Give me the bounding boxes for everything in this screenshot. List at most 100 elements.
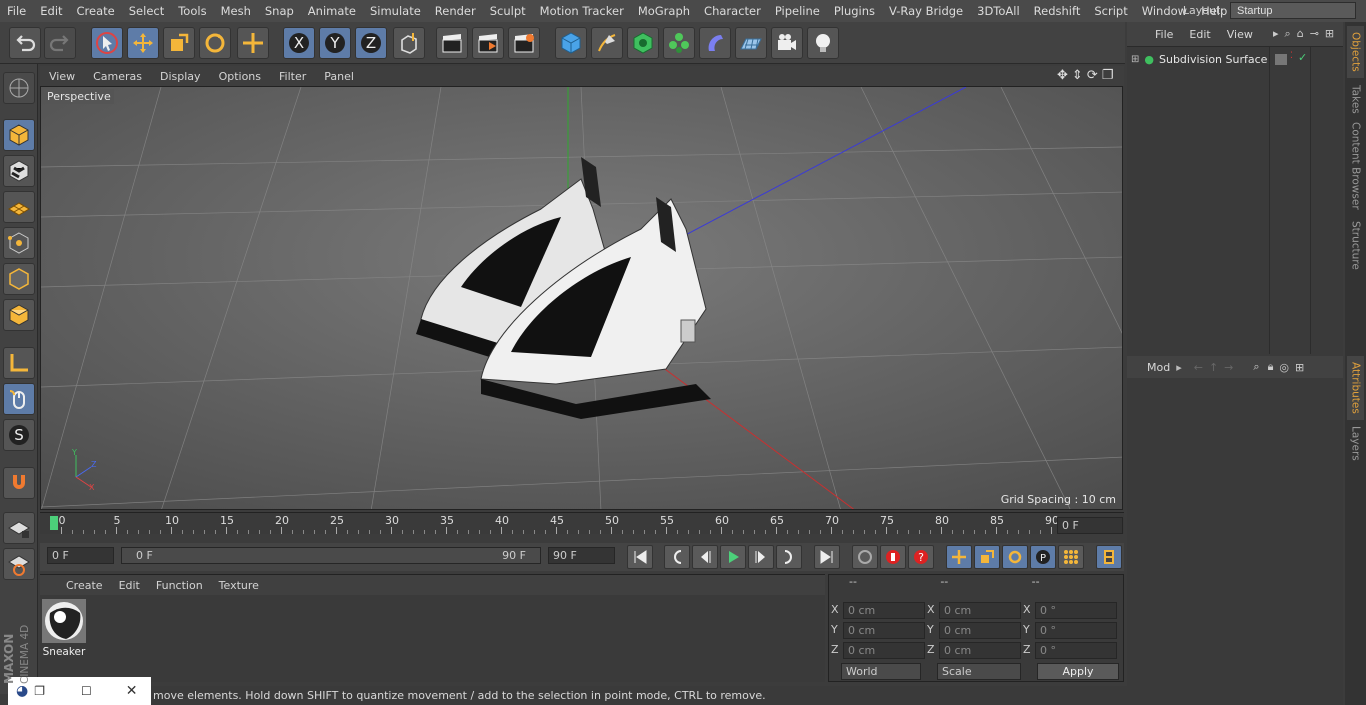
pos-y-field[interactable]: 0 cm (843, 622, 925, 639)
menu-edit[interactable]: Edit (33, 4, 69, 18)
play-button[interactable] (720, 545, 746, 569)
autokeying-button[interactable] (880, 545, 906, 569)
viewport-menu-cameras[interactable]: Cameras (84, 70, 151, 83)
menu-plugins[interactable]: Plugins (827, 4, 882, 18)
undo-button[interactable] (9, 27, 41, 59)
menu-motion-tracker[interactable]: Motion Tracker (533, 4, 631, 18)
timeline-window-button[interactable] (1096, 545, 1122, 569)
search-icon[interactable]: ⌕ (1285, 27, 1291, 41)
z-axis-button[interactable]: Z (355, 27, 387, 59)
menu-pipeline[interactable]: Pipeline (768, 4, 827, 18)
attributes-mode-label[interactable]: Mod (1147, 361, 1170, 374)
render-to-picture-viewer-button[interactable] (472, 27, 504, 59)
maximize-icon[interactable]: ☐ (81, 684, 92, 698)
keyframe-selection-button[interactable]: ? (908, 545, 934, 569)
points-mode-button[interactable] (3, 227, 35, 259)
frame-range-slider[interactable]: 0 F 90 F (121, 547, 541, 564)
coordinate-system-dropdown[interactable]: World (841, 663, 921, 680)
pan-icon[interactable]: ✥ (1057, 68, 1068, 83)
visibility-dots-icon[interactable]: ⁚ (1290, 51, 1293, 61)
rotate-tool-button[interactable] (199, 27, 231, 59)
deformer-button[interactable] (699, 27, 731, 59)
menu-arrow-icon[interactable]: ▸ (1176, 361, 1182, 374)
cloner-button[interactable] (663, 27, 695, 59)
object-menu-edit[interactable]: Edit (1181, 28, 1218, 41)
link-icon[interactable]: ⊸ (1310, 27, 1319, 41)
previous-frame-button[interactable] (692, 545, 718, 569)
new-window-icon[interactable]: ⊞ (1295, 361, 1304, 374)
tab-attributes[interactable]: Attributes (1347, 356, 1364, 420)
menu-sculpt[interactable]: Sculpt (483, 4, 533, 18)
menu-simulate[interactable]: Simulate (363, 4, 428, 18)
search-icon[interactable]: ⌕ (1253, 360, 1259, 374)
rot-x-field[interactable]: 0 ° (1035, 602, 1117, 619)
viewport-menu-display[interactable]: Display (151, 70, 210, 83)
dolly-icon[interactable]: ⇕ (1072, 68, 1083, 83)
object-menu-view[interactable]: View (1219, 28, 1261, 41)
material-menu-create[interactable]: Create (58, 579, 111, 592)
workplane-lock-button[interactable] (3, 512, 35, 544)
texture-mode-button[interactable] (3, 155, 35, 187)
axis-mode-button[interactable] (3, 347, 35, 379)
key-pla-button[interactable] (1058, 545, 1084, 569)
live-selection-button[interactable] (91, 27, 123, 59)
viewport-menu-filter[interactable]: Filter (270, 70, 315, 83)
scale-tool-button[interactable] (163, 27, 195, 59)
rot-z-field[interactable]: 0 ° (1035, 642, 1117, 659)
back-arrow-icon[interactable]: ← (1194, 361, 1203, 374)
menu-script[interactable]: Script (1087, 4, 1134, 18)
up-arrow-icon[interactable]: ↑ (1209, 361, 1218, 374)
tab-structure[interactable]: Structure (1347, 216, 1364, 274)
menu-mograph[interactable]: MoGraph (631, 4, 697, 18)
expand-icon[interactable]: ⊞ (1131, 54, 1139, 65)
menu-tools[interactable]: Tools (171, 4, 213, 18)
lock-icon[interactable]: 🔒︎ (1268, 360, 1274, 374)
next-key-button[interactable] (776, 545, 802, 569)
snap-button[interactable] (3, 467, 35, 499)
menu-character[interactable]: Character (697, 4, 768, 18)
transform-tool-button[interactable] (237, 27, 269, 59)
move-tool-button[interactable] (127, 27, 159, 59)
current-frame-field[interactable]: 0 F (1057, 517, 1123, 534)
key-position-button[interactable] (946, 545, 972, 569)
render-view-button[interactable] (436, 27, 468, 59)
cube-object-button[interactable] (555, 27, 587, 59)
rot-y-field[interactable]: 0 ° (1035, 622, 1117, 639)
menu-file[interactable]: File (0, 4, 33, 18)
viewport-menu-view[interactable]: View (40, 70, 84, 83)
make-editable-button[interactable] (3, 72, 35, 104)
maximize-view-icon[interactable]: ❐ (1102, 68, 1114, 83)
light-button[interactable] (807, 27, 839, 59)
close-icon[interactable]: ✕ (126, 683, 138, 699)
menu-render[interactable]: Render (428, 4, 483, 18)
menu-3dtoall[interactable]: 3DToAll (970, 4, 1027, 18)
pos-x-field[interactable]: 0 cm (843, 602, 925, 619)
material-menu-function[interactable]: Function (148, 579, 211, 592)
tab-objects[interactable]: Objects (1347, 26, 1364, 78)
object-menu-file[interactable]: File (1147, 28, 1181, 41)
workplane-mode-button[interactable] (3, 191, 35, 223)
viewport-menu-panel[interactable]: Panel (315, 70, 363, 83)
menu-arrow-icon[interactable]: ▸ (1273, 27, 1279, 41)
object-row-subdivision-surface[interactable]: ⊞ ● Subdivision Surface (1131, 53, 1267, 66)
size-y-field[interactable]: 0 cm (939, 622, 1021, 639)
polygons-mode-button[interactable] (3, 299, 35, 331)
size-mode-dropdown[interactable]: Scale (937, 663, 1021, 680)
tab-takes[interactable]: Takes (1347, 80, 1364, 118)
home-icon[interactable]: ⌂ (1297, 27, 1304, 41)
restore-icon[interactable]: ❐ (34, 684, 45, 698)
go-to-end-button[interactable] (814, 545, 840, 569)
perspective-viewport[interactable]: Y Z X Perspective Grid Spacing : 10 cm (40, 86, 1123, 510)
material-menu-edit[interactable]: Edit (111, 579, 148, 592)
menu-select[interactable]: Select (122, 4, 171, 18)
next-frame-button[interactable] (748, 545, 774, 569)
layout-dropdown[interactable]: Startup (1230, 2, 1356, 19)
start-frame-field[interactable]: 0 F (47, 547, 114, 564)
forward-arrow-icon[interactable]: → (1224, 361, 1233, 374)
size-x-field[interactable]: 0 cm (939, 602, 1021, 619)
coordinate-system-button[interactable] (393, 27, 425, 59)
x-axis-button[interactable]: X (283, 27, 315, 59)
size-z-field[interactable]: 0 cm (939, 642, 1021, 659)
redo-button[interactable] (44, 27, 76, 59)
key-scale-button[interactable] (974, 545, 1000, 569)
